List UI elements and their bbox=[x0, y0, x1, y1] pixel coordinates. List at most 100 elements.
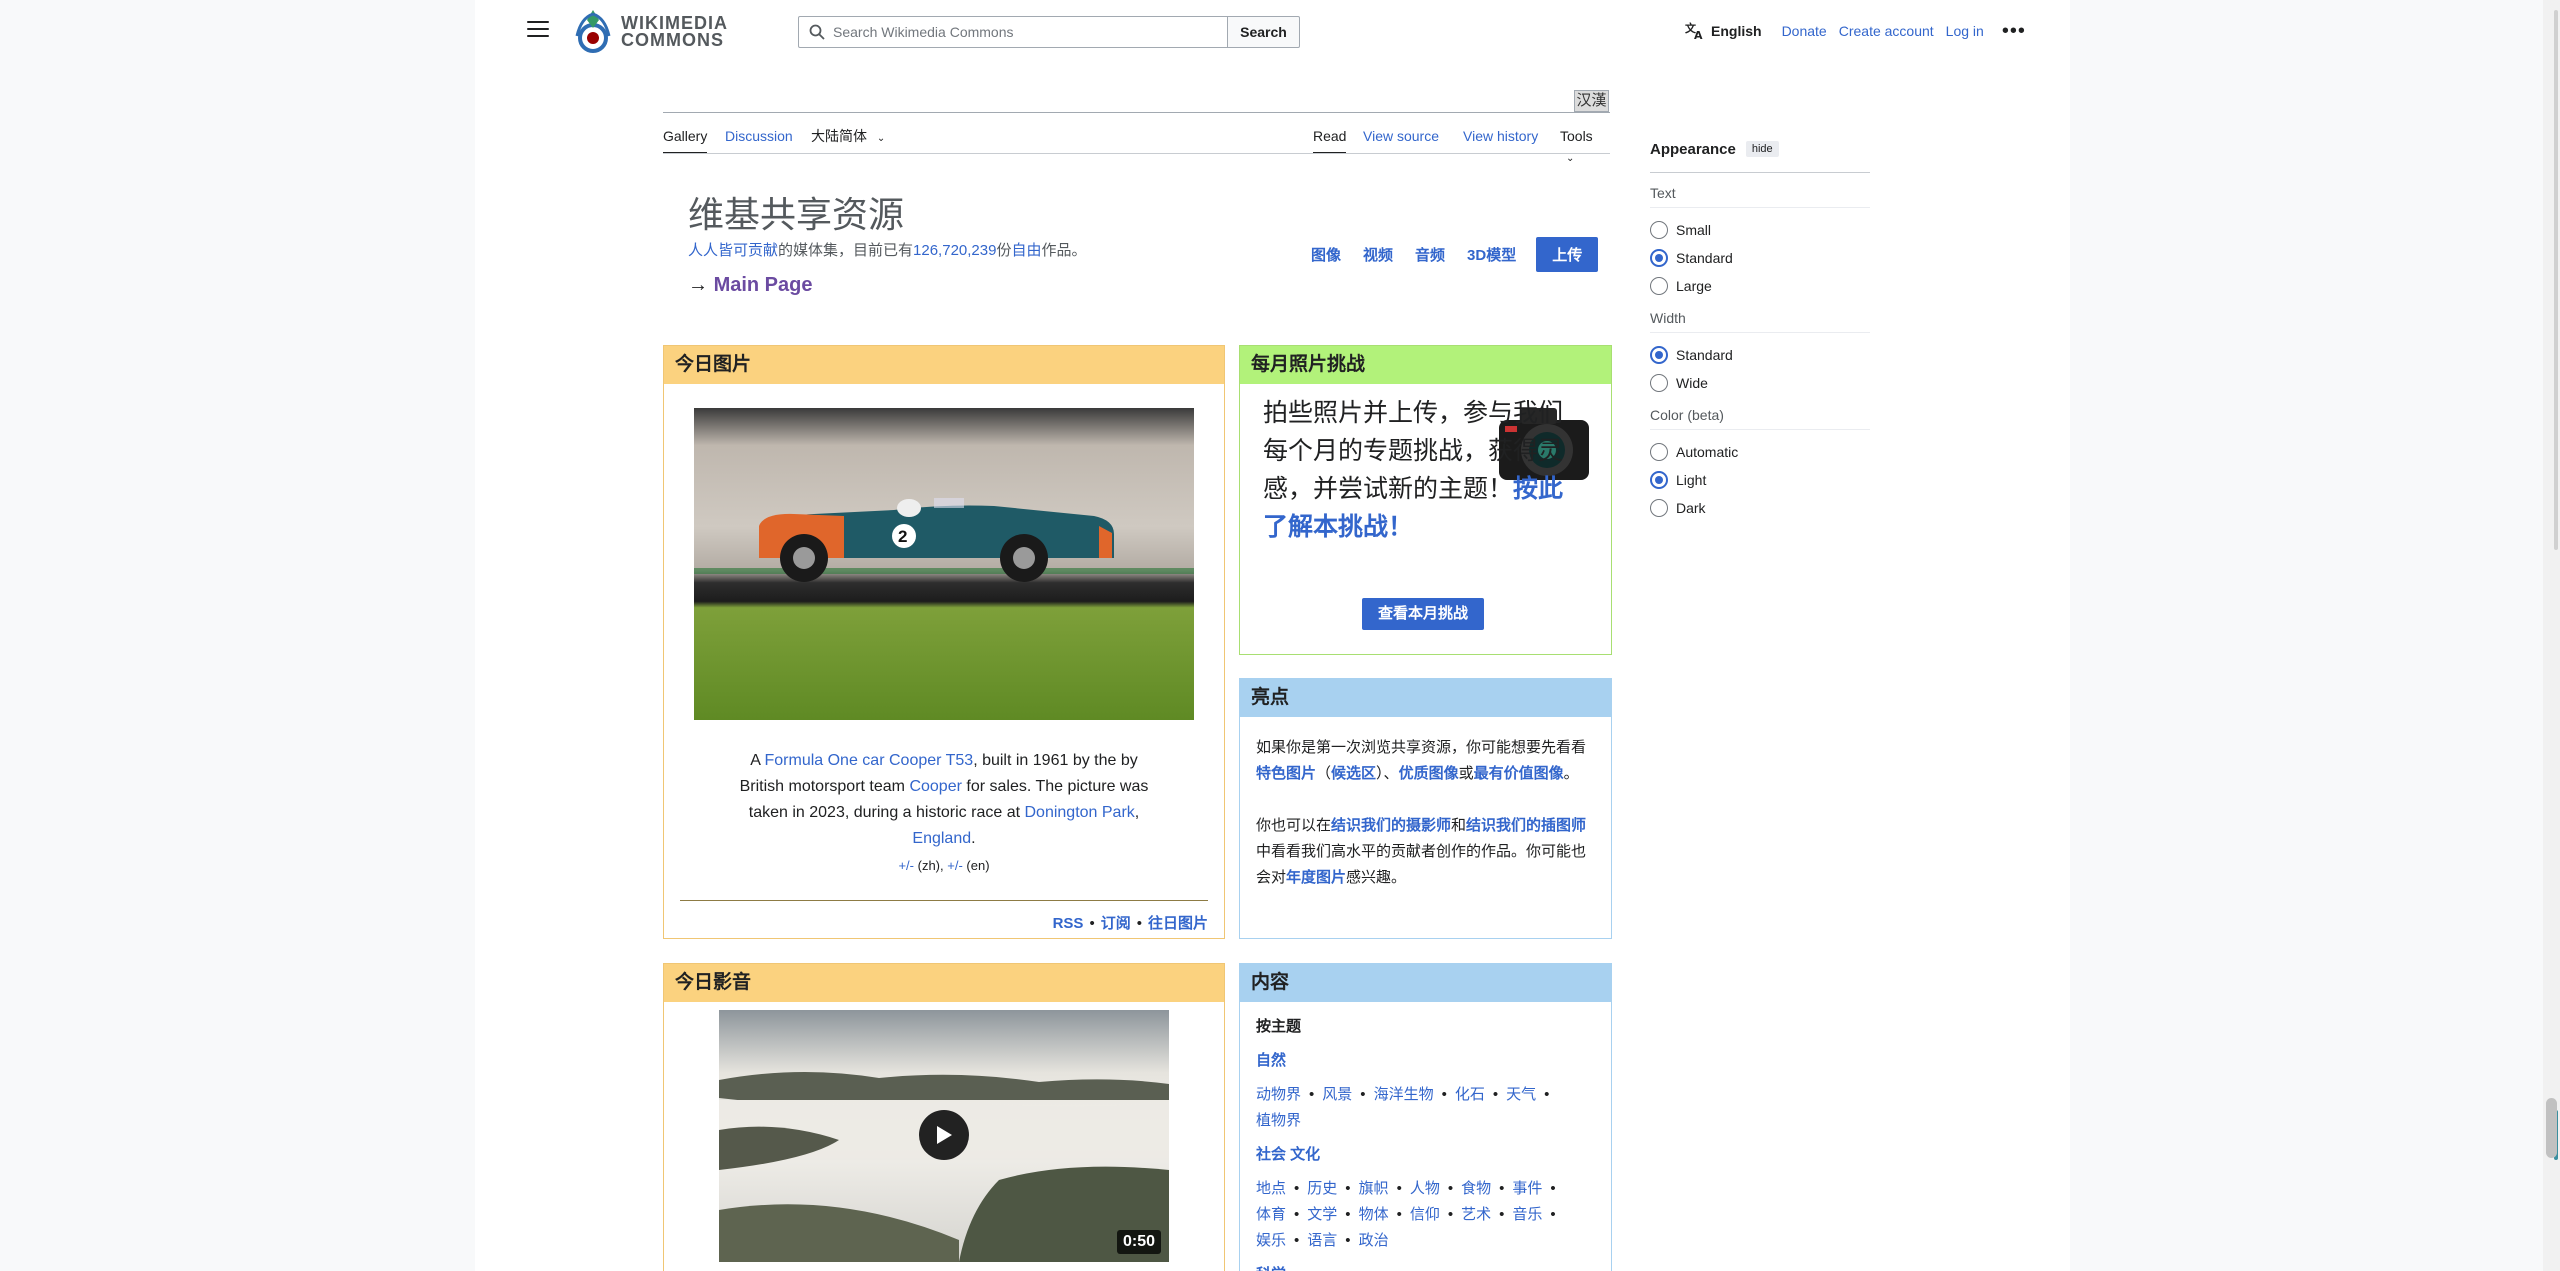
audio-link[interactable]: 音频 bbox=[1415, 244, 1445, 265]
motd-video[interactable]: 0:50 bbox=[719, 1010, 1169, 1262]
cooper-link[interactable]: Cooper bbox=[909, 778, 961, 795]
past-pictures-link[interactable]: 往日图片 bbox=[1148, 915, 1208, 932]
challenge-heading: 每月照片挑战 bbox=[1240, 346, 1611, 384]
text-size-standard-option[interactable]: Standard bbox=[1650, 244, 1870, 272]
main-page-link[interactable]: Main Page bbox=[714, 274, 813, 296]
page-scrollbar[interactable] bbox=[2543, 0, 2560, 1271]
tab-read[interactable]: Read bbox=[1313, 126, 1347, 154]
radio-button[interactable] bbox=[1650, 221, 1668, 239]
music-link[interactable]: 音乐 bbox=[1512, 1206, 1542, 1223]
search-button[interactable]: Search bbox=[1228, 16, 1300, 48]
food-link[interactable]: 食物 bbox=[1461, 1180, 1491, 1197]
tab-view-history[interactable]: View history bbox=[1463, 126, 1538, 154]
color-automatic-option[interactable]: Automatic bbox=[1650, 438, 1870, 466]
content-top-border bbox=[663, 112, 1610, 113]
candidates-link[interactable]: 候选区 bbox=[1331, 765, 1376, 782]
radio-button[interactable] bbox=[1650, 499, 1668, 517]
donate-link[interactable]: Donate bbox=[1782, 23, 1827, 39]
landscapes-link[interactable]: 风景 bbox=[1322, 1086, 1352, 1103]
formula-one-link[interactable]: Formula One car bbox=[764, 752, 884, 769]
entertainment-link[interactable]: 娱乐 bbox=[1256, 1232, 1286, 1249]
picture-of-year-link[interactable]: 年度图片 bbox=[1286, 869, 1346, 886]
view-challenge-button[interactable]: 查看本月挑战 bbox=[1362, 598, 1484, 630]
variant-dropdown[interactable]: 大陆简体 ⌄ bbox=[811, 126, 885, 154]
radio-button[interactable] bbox=[1650, 374, 1668, 392]
objects-link[interactable]: 物体 bbox=[1359, 1206, 1389, 1223]
art-link[interactable]: 艺术 bbox=[1461, 1206, 1491, 1223]
create-account-link[interactable]: Create account bbox=[1839, 23, 1934, 39]
politics-link[interactable]: 政治 bbox=[1359, 1232, 1389, 1249]
radio-button[interactable] bbox=[1650, 471, 1668, 489]
site-logo[interactable]: WIKIMEDIA COMMONS bbox=[573, 6, 728, 58]
tab-gallery[interactable]: Gallery bbox=[663, 126, 708, 154]
meet-photographers-link[interactable]: 结识我们的摄影师 bbox=[1331, 817, 1451, 834]
subtitle-text: 份 bbox=[996, 242, 1012, 259]
search-input[interactable] bbox=[833, 24, 1213, 40]
play-button[interactable] bbox=[919, 1110, 969, 1160]
3d-models-link[interactable]: 3D模型 bbox=[1467, 244, 1516, 265]
potd-image[interactable]: 2 bbox=[694, 408, 1194, 720]
science-heading[interactable]: 科学 bbox=[1256, 1262, 1596, 1271]
file-count-link[interactable]: 126,720,239 bbox=[913, 242, 996, 259]
sports-link[interactable]: 体育 bbox=[1256, 1206, 1286, 1223]
free-link[interactable]: 自由 bbox=[1011, 242, 1041, 259]
videos-link[interactable]: 视频 bbox=[1363, 244, 1393, 265]
quality-images-link[interactable]: 优质图像 bbox=[1399, 765, 1459, 782]
images-link[interactable]: 图像 bbox=[1311, 244, 1341, 265]
radio-button[interactable] bbox=[1650, 249, 1668, 267]
text-size-large-option[interactable]: Large bbox=[1650, 272, 1870, 300]
edit-en-link[interactable]: +/- bbox=[947, 858, 963, 873]
flags-link[interactable]: 旗帜 bbox=[1359, 1180, 1389, 1197]
width-standard-option[interactable]: Standard bbox=[1650, 341, 1870, 369]
radio-button[interactable] bbox=[1650, 346, 1668, 364]
events-link[interactable]: 事件 bbox=[1512, 1180, 1542, 1197]
radio-label: Wide bbox=[1676, 375, 1708, 391]
fossils-link[interactable]: 化石 bbox=[1455, 1086, 1485, 1103]
edit-zh-link[interactable]: +/- bbox=[898, 858, 914, 873]
weather-link[interactable]: 天气 bbox=[1506, 1086, 1536, 1103]
donington-park-link[interactable]: Donington Park bbox=[1024, 804, 1134, 821]
upload-button[interactable]: 上传 bbox=[1536, 237, 1599, 272]
language-selector[interactable]: 文 A English bbox=[1685, 22, 1762, 40]
text-size-small-option[interactable]: Small bbox=[1650, 216, 1870, 244]
radio-button[interactable] bbox=[1650, 277, 1668, 295]
featured-pictures-link[interactable]: 特色图片 bbox=[1256, 765, 1316, 782]
color-dark-option[interactable]: Dark bbox=[1650, 494, 1870, 522]
society-heading[interactable]: 社会 文化 bbox=[1256, 1142, 1596, 1168]
lang-code: (zh), bbox=[914, 858, 948, 873]
scrollbar-thumb[interactable] bbox=[2546, 1098, 2557, 1158]
literature-link[interactable]: 文学 bbox=[1307, 1206, 1337, 1223]
radio-button[interactable] bbox=[1650, 443, 1668, 461]
video-duration: 0:50 bbox=[1116, 1230, 1161, 1254]
contribute-link[interactable]: 人人皆可贡献 bbox=[688, 242, 778, 259]
width-wide-option[interactable]: Wide bbox=[1650, 369, 1870, 397]
main-menu-button[interactable] bbox=[527, 21, 549, 39]
marine-life-link[interactable]: 海洋生物 bbox=[1374, 1086, 1434, 1103]
tab-view-source[interactable]: View source bbox=[1363, 126, 1439, 154]
nature-link[interactable]: 自然 bbox=[1256, 1052, 1286, 1069]
history-link[interactable]: 历史 bbox=[1307, 1180, 1337, 1197]
more-options-icon[interactable]: ••• bbox=[2002, 21, 2026, 41]
variant-toggle[interactable]: 汉漢 bbox=[1574, 90, 1609, 112]
potd-box: 今日图片 2 A Formula One car Cooper T53, bui… bbox=[663, 345, 1225, 939]
tools-dropdown[interactable]: Tools ⌄ bbox=[1560, 126, 1610, 164]
race-car-photo: 2 bbox=[694, 408, 1194, 720]
color-label: Color (beta) bbox=[1650, 407, 1724, 423]
people-link[interactable]: 人物 bbox=[1410, 1180, 1440, 1197]
log-in-link[interactable]: Log in bbox=[1946, 23, 1984, 39]
language-link[interactable]: 语言 bbox=[1307, 1232, 1337, 1249]
color-light-option[interactable]: Light bbox=[1650, 466, 1870, 494]
hide-appearance-button[interactable]: hide bbox=[1745, 141, 1779, 157]
subscribe-link[interactable]: 订阅 bbox=[1101, 915, 1131, 932]
religion-link[interactable]: 信仰 bbox=[1410, 1206, 1440, 1223]
england-link[interactable]: England bbox=[912, 830, 971, 847]
plants-link[interactable]: 植物界 bbox=[1256, 1112, 1301, 1129]
valued-images-link[interactable]: 最有价值图像 bbox=[1474, 765, 1564, 782]
rss-link[interactable]: RSS bbox=[1053, 915, 1084, 932]
places-link[interactable]: 地点 bbox=[1256, 1180, 1286, 1197]
tab-discussion[interactable]: Discussion bbox=[725, 126, 793, 154]
meet-illustrators-link[interactable]: 结识我们的插图师 bbox=[1466, 817, 1586, 834]
animals-link[interactable]: 动物界 bbox=[1256, 1086, 1301, 1103]
hl-text: 和 bbox=[1451, 817, 1467, 834]
cooper-t53-link[interactable]: Cooper T53 bbox=[889, 752, 973, 769]
